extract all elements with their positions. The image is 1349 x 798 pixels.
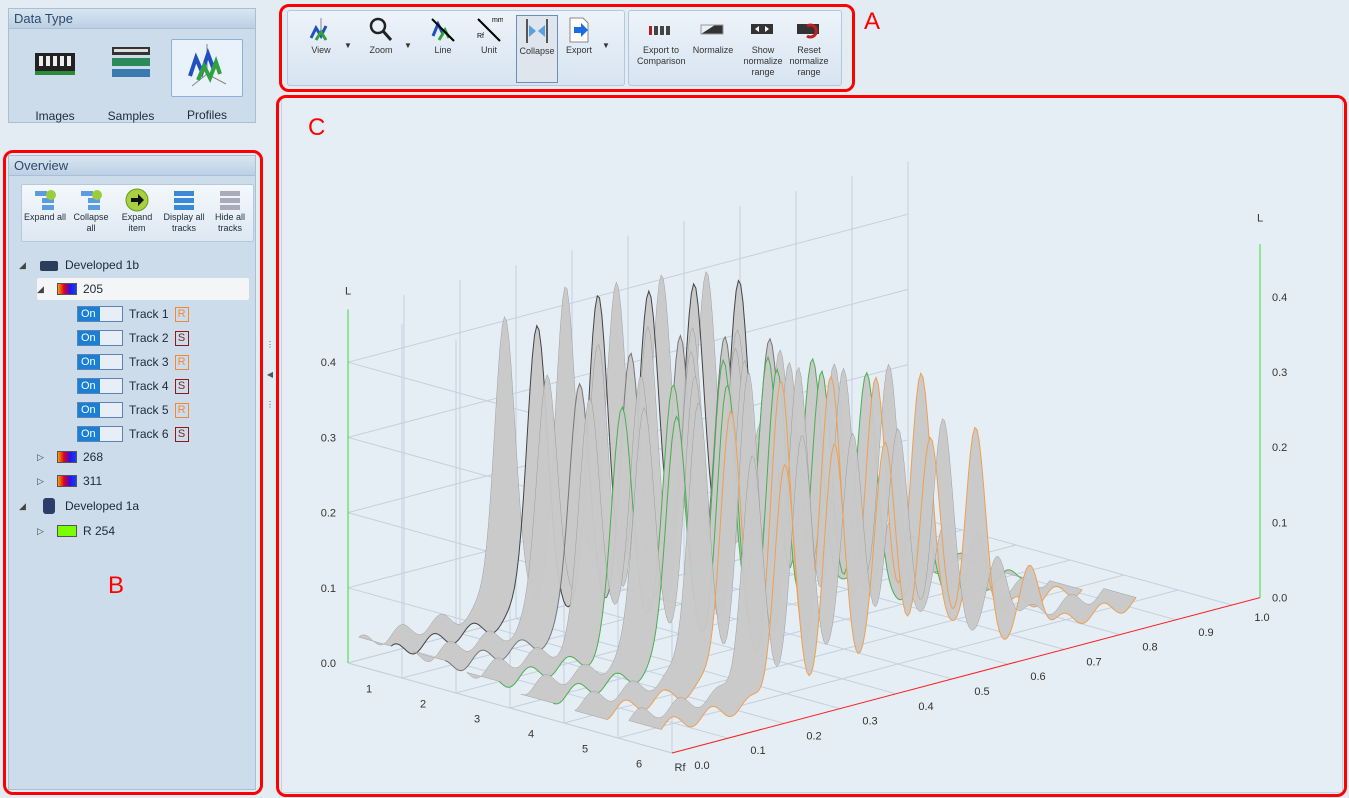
annotation-box-b <box>3 150 263 795</box>
annotation-label-c: C <box>308 114 326 141</box>
annotation-box-a <box>279 4 855 92</box>
annotation-label-a: A <box>864 8 881 35</box>
annotation-label-b: B <box>108 572 125 599</box>
annotation-box-c <box>276 95 1347 797</box>
